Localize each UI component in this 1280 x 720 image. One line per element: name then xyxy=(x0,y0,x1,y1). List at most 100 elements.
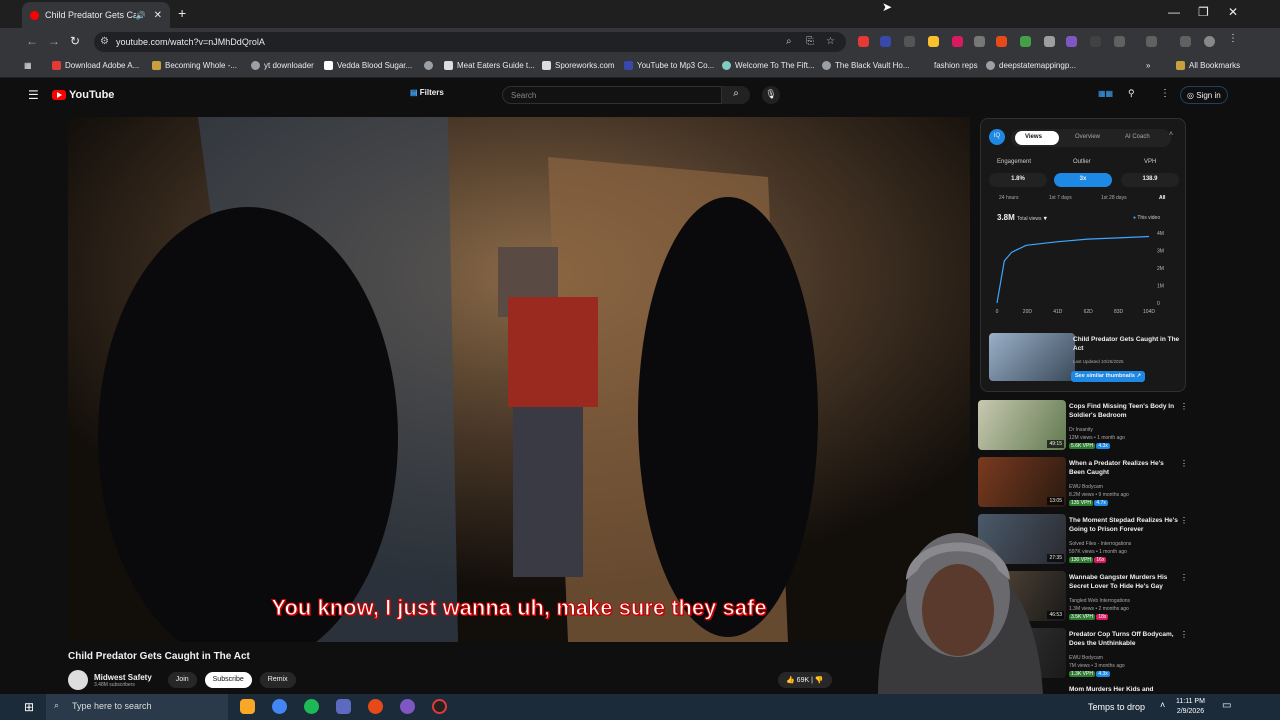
list-item[interactable]: 49:15 Cops Find Missing Teen's Body In S… xyxy=(978,400,1188,452)
more-bookmarks-icon[interactable]: » xyxy=(1146,61,1150,70)
settings-dots-icon[interactable]: ⋮ xyxy=(1160,88,1170,99)
side-panel-icon[interactable] xyxy=(1146,36,1157,47)
app-icon[interactable] xyxy=(400,699,415,714)
see-similar-thumbnails-button[interactable]: See similar thumbnails ↗ xyxy=(1071,371,1146,382)
collapse-icon[interactable]: ˄ xyxy=(1169,131,1173,138)
rec-title[interactable]: When a Predator Realizes He's Been Caugh… xyxy=(1069,459,1181,477)
remix-button[interactable]: Remix xyxy=(259,672,296,688)
rec-title[interactable]: Cops Find Missing Teen's Body In Soldier… xyxy=(1069,402,1181,420)
file-explorer-icon[interactable] xyxy=(240,699,255,714)
panel-thumbnail[interactable] xyxy=(989,333,1075,381)
extension-icon[interactable] xyxy=(1066,36,1077,47)
range-option[interactable]: 1st 28 days xyxy=(1101,195,1127,201)
app-icon[interactable] xyxy=(336,699,351,714)
extension-icon[interactable] xyxy=(904,36,915,47)
bookmark-item[interactable]: Vedda Blood Sugar... xyxy=(324,61,412,70)
close-window-icon[interactable]: ✕ xyxy=(1228,5,1238,19)
youtube-logo[interactable]: YouTube xyxy=(52,89,114,101)
rec-channel[interactable]: Dr Insanity xyxy=(1069,427,1093,433)
clock[interactable]: 11:11 PM 2/9/2026 xyxy=(1176,697,1205,717)
bookmark-item[interactable]: fashion reps xyxy=(934,61,978,70)
rec-title[interactable]: Mom Murders Her Kids and xyxy=(1069,685,1181,693)
rec-title[interactable]: The Moment Stepdad Realizes He's Going t… xyxy=(1069,516,1181,534)
address-bar[interactable]: ⚙ youtube.com/watch?v=nJMhDdQrolA ⌕ ⎘ ☆ xyxy=(94,32,846,52)
media-icon[interactable] xyxy=(1180,36,1191,47)
channel-name[interactable]: Midwest Safety xyxy=(94,673,152,682)
spotify-icon[interactable] xyxy=(304,699,319,714)
bookmark-item[interactable] xyxy=(424,61,437,70)
extensions-puzzle-icon[interactable] xyxy=(1114,36,1125,47)
more-options-icon[interactable]: ⋮ xyxy=(1180,630,1188,639)
notification-center-icon[interactable]: ▭ xyxy=(1222,700,1231,711)
bookmark-item[interactable]: Meat Eaters Guide t... xyxy=(444,61,535,70)
search-input[interactable]: Search xyxy=(502,86,722,104)
extension-toolbar-icon[interactable]: ▦▦ xyxy=(1098,89,1113,98)
thumbs-down-icon[interactable]: | 👎 xyxy=(811,677,823,684)
more-options-icon[interactable]: ⋮ xyxy=(1180,402,1188,411)
rec-channel[interactable]: Solved Files - Interrogations xyxy=(1069,541,1131,547)
bookmark-item[interactable]: YouTube to Mp3 Co... xyxy=(624,61,714,70)
chrome-icon[interactable] xyxy=(272,699,287,714)
bookmark-item[interactable]: Sporeworks.com xyxy=(542,61,615,70)
extension-icon[interactable] xyxy=(996,36,1007,47)
minimize-icon[interactable]: — xyxy=(1168,5,1180,19)
app-icon[interactable] xyxy=(432,699,447,714)
reload-icon[interactable]: ↻ xyxy=(70,34,80,48)
video-player[interactable]: You know, I just wanna uh, make sure the… xyxy=(68,117,970,642)
tray-chevron-icon[interactable]: ˄ xyxy=(1160,700,1165,710)
bookmark-star-icon[interactable]: ☆ xyxy=(826,36,835,47)
menu-dots-icon[interactable]: ⋮ xyxy=(1228,33,1239,44)
rec-title[interactable]: Wannabe Gangster Murders His Secret Love… xyxy=(1069,573,1181,591)
forward-icon[interactable]: → xyxy=(48,34,60,48)
hamburger-menu-icon[interactable]: ☰ xyxy=(28,88,39,102)
bookmark-item[interactable]: Becoming Whole -... xyxy=(152,61,237,70)
all-bookmarks[interactable]: All Bookmarks xyxy=(1176,61,1240,70)
rec-channel[interactable]: EWU Bodycam xyxy=(1069,484,1103,490)
join-button[interactable]: Join xyxy=(167,672,197,688)
taskbar-search-input[interactable]: ⌕ Type here to search xyxy=(46,694,228,720)
windows-start-icon[interactable]: ⊞ xyxy=(24,700,34,714)
extension-icon[interactable] xyxy=(974,36,985,47)
weather-text[interactable]: Temps to drop xyxy=(1088,702,1145,712)
speaker-icon[interactable]: 🔊 xyxy=(136,11,146,20)
extension-icon[interactable] xyxy=(1090,36,1101,47)
more-options-icon[interactable]: ⋮ xyxy=(1180,459,1188,468)
maximize-icon[interactable]: ❐ xyxy=(1198,5,1209,19)
total-views[interactable]: 3.8M Total views ▾ xyxy=(997,213,1047,222)
install-icon[interactable]: ⎘ xyxy=(806,36,814,47)
app-icon[interactable] xyxy=(368,699,383,714)
rec-title[interactable]: Predator Cop Turns Off Bodycam, Does the… xyxy=(1069,630,1181,648)
rec-channel[interactable]: EWU Bodycam xyxy=(1069,655,1103,661)
extension-icon[interactable] xyxy=(880,36,891,47)
extension-icon[interactable] xyxy=(858,36,869,47)
bookmark-item[interactable]: Welcome To The Fift... xyxy=(722,61,815,70)
range-option[interactable]: All xyxy=(1159,195,1165,201)
range-option[interactable]: 1st 7 days xyxy=(1049,195,1072,201)
bookmark-item[interactable]: deepstatemappingp... xyxy=(986,61,1076,70)
tab-ai-coach[interactable]: AI Coach xyxy=(1125,134,1150,140)
like-button[interactable]: 👍 69K | 👎 xyxy=(778,672,832,688)
close-tab-icon[interactable]: ✕ xyxy=(154,10,162,21)
site-info-icon[interactable]: ⚙ xyxy=(100,36,109,47)
tab-overview[interactable]: Overview xyxy=(1075,134,1100,140)
extension-icon[interactable] xyxy=(928,36,939,47)
new-tab-icon[interactable]: + xyxy=(178,5,186,21)
subscribe-button[interactable]: Subscribe xyxy=(204,672,252,688)
bookmark-item[interactable]: Download Adobe A... xyxy=(52,61,139,70)
tab-views[interactable]: Views xyxy=(1025,134,1042,140)
apps-icon[interactable]: ▦ xyxy=(24,61,32,70)
rec-channel[interactable]: Tangled Web Interrogations xyxy=(1069,598,1130,604)
bookmark-item[interactable]: yt downloader xyxy=(251,61,314,70)
microphone-icon[interactable]: 🎙 xyxy=(762,86,780,104)
video-thumbnail[interactable]: 49:15 xyxy=(978,400,1066,450)
bookmark-item[interactable]: The Black Vault Ho... xyxy=(822,61,910,70)
channel-avatar[interactable] xyxy=(68,670,88,690)
notification-icon[interactable]: ⚲ xyxy=(1128,88,1135,99)
profile-icon[interactable] xyxy=(1204,36,1215,47)
extension-icon[interactable] xyxy=(1044,36,1055,47)
sign-in-button[interactable]: ◎ Sign in xyxy=(1180,86,1228,104)
filters-button[interactable]: ▤ Filters xyxy=(410,88,444,97)
browser-tab[interactable]: Child Predator Gets Caught 🔊 ✕ xyxy=(22,2,170,28)
more-options-icon[interactable]: ⋮ xyxy=(1180,516,1188,525)
more-options-icon[interactable]: ⋮ xyxy=(1180,573,1188,582)
